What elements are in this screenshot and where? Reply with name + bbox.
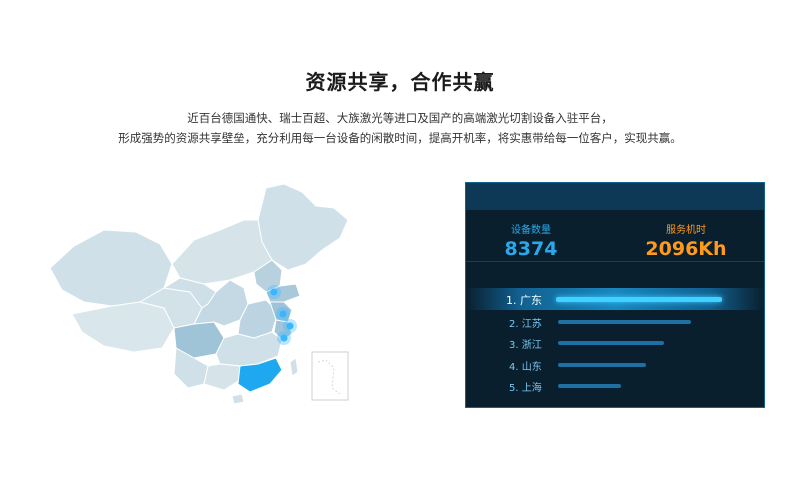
service-hours-stat: 服务机时 2096Kh	[621, 221, 751, 260]
device-count-stat: 设备数量 8374	[466, 221, 596, 260]
map-guangxi	[203, 363, 241, 391]
map-northeast	[257, 183, 349, 271]
panel-header-bar	[466, 183, 764, 210]
ranking-item-5[interactable]: 5. 上海	[466, 376, 764, 396]
stats-panel: 设备数量 8374 服务机时 2096Kh 1. 广东 2. 江苏 3. 浙江 …	[465, 182, 765, 408]
map-taiwan	[289, 357, 299, 377]
ranking-label: 2. 江苏	[509, 319, 542, 330]
description-line-2: 形成强势的资源共享壁垒，充分利用每一台设备的闲散时间，提高开机率，将实惠带给每一…	[118, 131, 682, 145]
ranking-label: 3. 浙江	[509, 340, 542, 351]
service-hours-value: 2096Kh	[645, 238, 727, 260]
ranking-bar	[558, 341, 664, 345]
map-tibet	[71, 301, 175, 353]
ranking-label: 4. 山东	[509, 362, 542, 373]
china-map	[49, 183, 349, 405]
ranking-item-1[interactable]: 1. 广东	[466, 288, 764, 310]
ranking-bar	[556, 297, 722, 302]
device-count-value: 8374	[504, 238, 558, 260]
service-hours-label: 服务机时	[666, 225, 706, 236]
ranking-label: 1. 广东	[506, 294, 542, 307]
page-title: 资源共享，合作共赢	[305, 70, 495, 94]
ranking-item-4[interactable]: 4. 山东	[466, 355, 764, 375]
panel-divider	[466, 261, 764, 262]
ranking-bar	[558, 363, 646, 367]
ranking-bar	[558, 384, 621, 388]
ranking-label: 5. 上海	[509, 383, 542, 394]
map-hainan	[231, 393, 245, 405]
ranking-item-2[interactable]: 2. 江苏	[466, 312, 764, 332]
ranking-item-3[interactable]: 3. 浙江	[466, 333, 764, 353]
description-line-1: 近百台德国通快、瑞士百超、大族激光等进口及国产的高端激光切割设备入驻平台，	[187, 111, 613, 125]
south-china-sea-inset	[311, 351, 349, 401]
ranking-bar	[558, 320, 691, 324]
device-count-label: 设备数量	[511, 225, 551, 236]
